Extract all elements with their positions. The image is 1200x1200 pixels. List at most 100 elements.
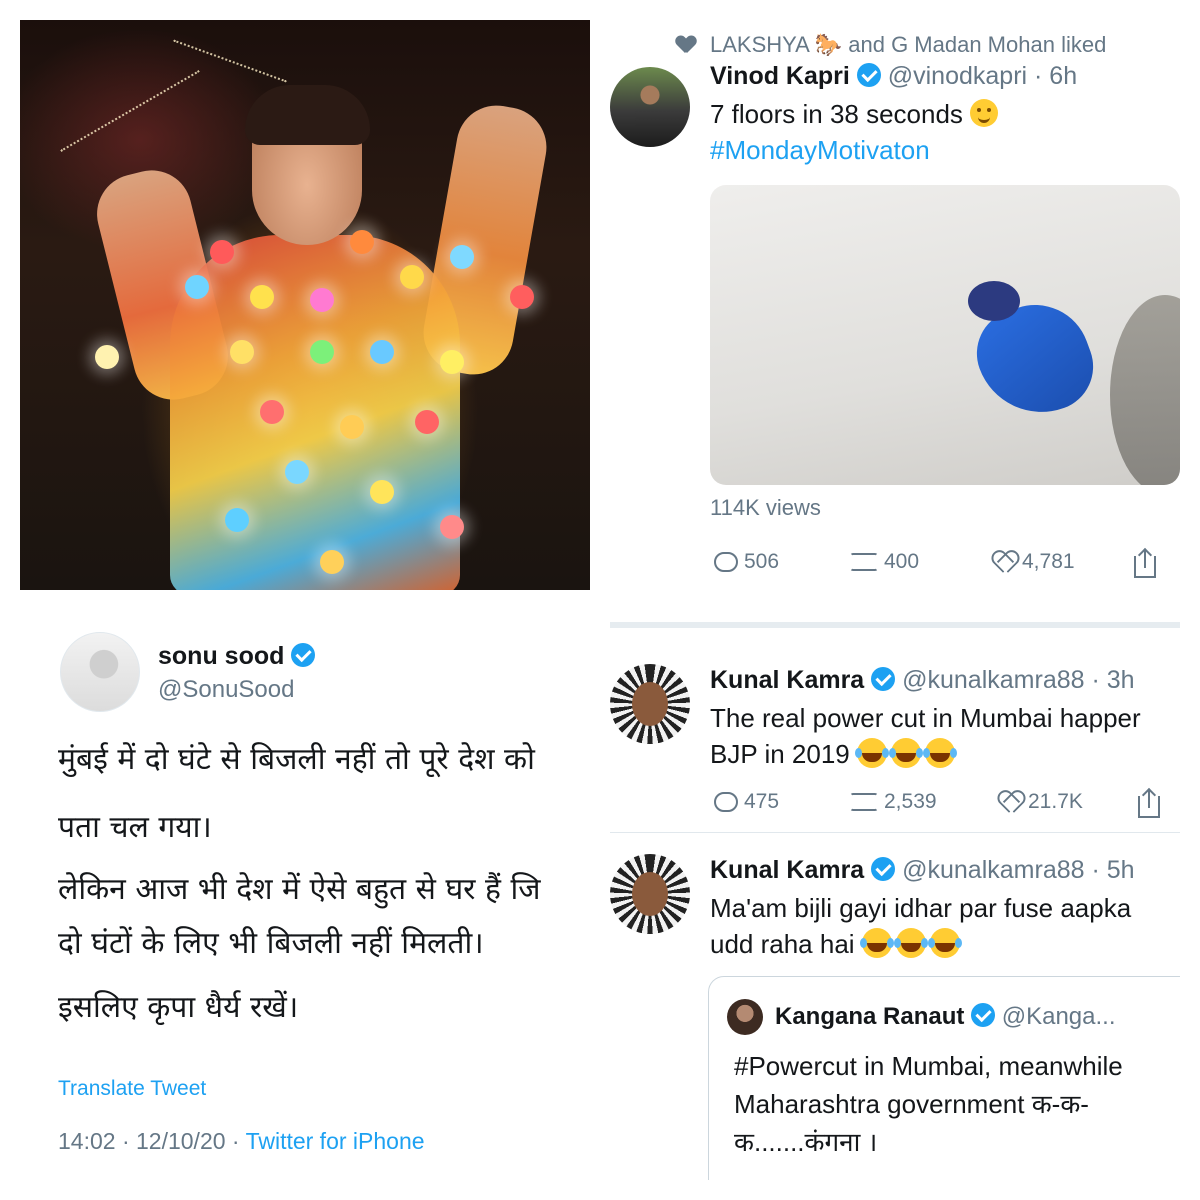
like-action[interactable]: 21.7K: [998, 790, 1083, 814]
author-name[interactable]: Vinod Kapri: [710, 62, 850, 90]
retweet-icon[interactable]: [850, 553, 878, 571]
social-context: LAKSHYA 🐎 and G Madan Mohan liked: [676, 32, 1106, 58]
avatar[interactable]: [610, 67, 690, 147]
retweet-action[interactable]: 2,539: [850, 790, 937, 814]
light-bulb: [310, 340, 334, 364]
light-bulb: [440, 515, 464, 539]
light-bulb: [260, 400, 284, 424]
like-icon[interactable]: [992, 551, 1016, 573]
lit-jacket: [170, 235, 460, 590]
author-name[interactable]: Kunal Kamra: [710, 666, 864, 694]
like-action[interactable]: 4,781: [992, 550, 1075, 574]
light-bulb: [95, 345, 119, 369]
light-bulb: [210, 240, 234, 264]
tweet-metadata: 14:02 · 12/10/20 · Twitter for iPhone: [58, 1128, 425, 1155]
source-link[interactable]: Twitter for iPhone: [246, 1128, 425, 1154]
light-bulb: [230, 340, 254, 364]
share-action[interactable]: [1134, 550, 1156, 578]
author-handle[interactable]: @Kanga...: [1002, 1003, 1116, 1030]
share-icon[interactable]: [1134, 550, 1156, 578]
video-foreground-figure: [1110, 295, 1180, 485]
light-bulb: [400, 265, 424, 289]
timestamp: 14:02 · 12/10/20 ·: [58, 1128, 246, 1154]
light-bulb: [185, 275, 209, 299]
background-string-lights: [60, 70, 200, 152]
tweet-text: udd raha hai: [710, 929, 855, 959]
tweet-text: BJP in 2019: [710, 739, 850, 769]
author-line[interactable]: Kangana Ranaut @Kanga...: [775, 1003, 1115, 1031]
avatar[interactable]: [727, 999, 763, 1035]
divider: [610, 832, 1180, 833]
light-bulb: [510, 285, 534, 309]
laughing-emoji: [859, 928, 892, 958]
hashtag-link[interactable]: #MondayMotivaton: [710, 132, 930, 168]
light-bulb: [225, 508, 249, 532]
author-name[interactable]: Kangana Ranaut: [775, 1003, 964, 1030]
smile-emoji: [970, 99, 999, 127]
like-count: 21.7K: [1028, 790, 1083, 813]
heart-icon: [676, 36, 696, 54]
light-bulb: [370, 340, 394, 364]
tweet-text-line: #Powercut in Mumbai, meanwhile: [734, 1051, 1123, 1081]
laughing-emoji: [927, 928, 960, 958]
tweet-text-line: 7 floors in 38 seconds: [710, 99, 963, 129]
avatar[interactable]: [60, 632, 140, 712]
author-name-line[interactable]: sonu sood: [158, 642, 316, 671]
light-bulb: [250, 285, 274, 309]
tweet-text-line: मुंबई में दो घंटे से बिजली नहीं तो पूरे …: [58, 742, 535, 777]
author-handle[interactable]: @kunalkamra88 · 3h: [902, 666, 1134, 694]
laughing-emoji: [922, 738, 955, 768]
reply-count: 475: [744, 790, 780, 813]
author-line[interactable]: Vinod Kapri @vinodkapri · 6h: [710, 62, 1077, 91]
laughing-emoji: [854, 738, 887, 768]
share-action[interactable]: [1138, 790, 1160, 818]
sonu-sood-tweet[interactable]: sonu sood @SonuSood मुंबई में दो घंटे से…: [20, 610, 590, 1180]
tweet-text-line: udd raha hai: [710, 926, 964, 962]
light-bulb: [350, 230, 374, 254]
author-name[interactable]: sonu sood: [158, 642, 284, 670]
tweet-text: 7 floors in 38 seconds: [710, 96, 999, 132]
reply-icon[interactable]: [714, 552, 738, 572]
retweet-count: 400: [884, 550, 920, 573]
tweet-text-line: इसलिए कृपा धैर्य रखें।: [58, 990, 299, 1025]
share-icon[interactable]: [1138, 790, 1160, 818]
vinod-kapri-tweet[interactable]: LAKSHYA 🐎 and G Madan Mohan liked Vinod …: [610, 20, 1180, 590]
like-icon[interactable]: [998, 791, 1022, 813]
liked-by-text: LAKSHYA 🐎 and G Madan Mohan liked: [710, 32, 1107, 57]
author-handle[interactable]: @SonuSood: [158, 676, 294, 704]
quoted-tweet[interactable]: Kangana Ranaut @Kanga... #Powercut in Mu…: [708, 976, 1180, 1180]
avatar[interactable]: [610, 664, 690, 744]
tweet-text-line: Ma'am bijli gayi idhar par fuse aapka: [710, 893, 1132, 923]
view-count: 114K views: [710, 495, 821, 520]
reply-action[interactable]: 475: [714, 790, 779, 814]
lights-jacket-photo: [20, 20, 590, 590]
verified-badge-icon: [871, 667, 896, 691]
kunal-kamra-tweets: Kunal Kamra @kunalkamra88 · 3h The real …: [610, 610, 1180, 1180]
author-line[interactable]: Kunal Kamra @kunalkamra88 · 5h: [710, 856, 1135, 885]
light-bulb: [440, 350, 464, 374]
tweet-text-line: क.......कंगना ।: [734, 1127, 878, 1157]
retweet-action[interactable]: 400: [850, 550, 919, 574]
tweet-text-line: पता चल गया।: [58, 810, 212, 845]
author-line[interactable]: Kunal Kamra @kunalkamra88 · 3h: [710, 666, 1135, 695]
author-name[interactable]: Kunal Kamra: [710, 856, 864, 884]
verified-badge-icon: [856, 63, 881, 87]
author-handle[interactable]: @kunalkamra88 · 5h: [902, 856, 1134, 884]
video-player[interactable]: [710, 185, 1180, 485]
reply-icon[interactable]: [714, 792, 738, 812]
laughing-emoji: [888, 738, 921, 768]
retweet-icon[interactable]: [850, 793, 878, 811]
hair: [245, 85, 370, 145]
retweet-count: 2,539: [884, 790, 937, 813]
avatar[interactable]: [610, 854, 690, 934]
quoted-tweet-text: #Powercut in Mumbai, meanwhile Maharasht…: [734, 1047, 1123, 1161]
light-bulb: [310, 288, 334, 312]
author-handle[interactable]: @vinodkapri · 6h: [888, 62, 1077, 90]
laughing-emoji: [893, 928, 926, 958]
translate-tweet-link[interactable]: Translate Tweet: [58, 1077, 206, 1101]
light-bulb: [370, 480, 394, 504]
video-runner-cap: [968, 281, 1020, 321]
reply-action[interactable]: 506: [714, 550, 779, 574]
light-bulb: [450, 245, 474, 269]
tweet-text-line: BJP in 2019: [710, 736, 959, 772]
